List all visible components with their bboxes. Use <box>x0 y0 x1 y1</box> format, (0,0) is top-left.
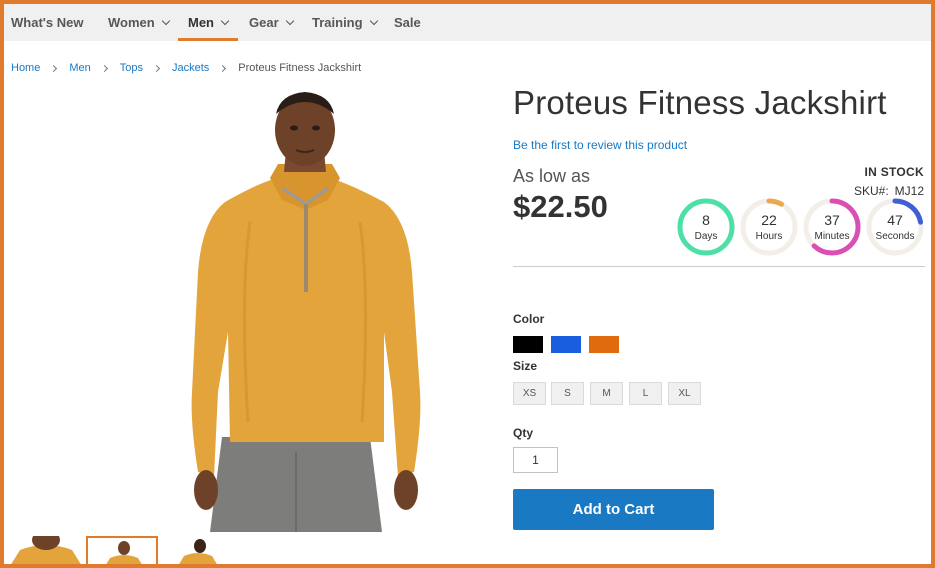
breadcrumb: Home Men Tops Jackets Proteus Fitness Ja… <box>11 61 361 75</box>
nav-sale[interactable]: Sale <box>394 4 421 41</box>
color-swatch-black[interactable] <box>513 336 543 353</box>
stock-status: IN STOCK <box>864 165 924 179</box>
nav-label: Gear <box>249 15 279 30</box>
add-to-cart-button[interactable]: Add to Cart <box>513 489 714 530</box>
countdown-value: 47 <box>887 212 903 228</box>
nav-label: Sale <box>394 15 421 30</box>
countdown-unit: Seconds <box>875 231 915 242</box>
nav-label: Training <box>312 15 363 30</box>
product-main-image[interactable] <box>170 92 440 532</box>
nav-label: Men <box>188 15 214 30</box>
breadcrumb-jackets[interactable]: Jackets <box>172 62 209 74</box>
top-navigation: What's New Women Men Gear Training Sale <box>4 4 931 41</box>
qty-input[interactable]: 1 <box>513 447 558 473</box>
chevron-down-icon <box>285 16 294 25</box>
nav-label: Women <box>108 15 155 30</box>
size-option-s[interactable]: S <box>551 382 584 405</box>
chevron-right-icon <box>100 64 108 72</box>
nav-whats-new[interactable]: What's New <box>11 4 83 41</box>
add-to-cart-label: Add to Cart <box>572 501 655 518</box>
thumbnail-2[interactable] <box>86 536 158 566</box>
breadcrumb-home[interactable]: Home <box>11 62 40 74</box>
countdown-seconds: 47 Seconds <box>865 197 925 257</box>
countdown-value: 8 <box>702 212 710 228</box>
breadcrumb-current: Proteus Fitness Jackshirt <box>238 62 362 74</box>
size-option-xl[interactable]: XL <box>668 382 701 405</box>
countdown-unit: Days <box>694 231 718 242</box>
color-swatch-orange[interactable] <box>589 336 619 353</box>
thumbnail-1[interactable] <box>10 536 82 566</box>
product-title: Proteus Fitness Jackshirt <box>513 84 887 121</box>
nav-label: What's New <box>11 15 84 30</box>
breadcrumb-tops[interactable]: Tops <box>120 62 143 74</box>
nav-gear[interactable]: Gear <box>249 4 294 41</box>
size-option-m[interactable]: M <box>590 382 623 405</box>
color-label: Color <box>513 312 545 326</box>
chevron-right-icon <box>219 64 227 72</box>
countdown-value: 22 <box>761 212 777 228</box>
size-option-l[interactable]: L <box>629 382 662 405</box>
sku-label: SKU#: <box>853 184 889 198</box>
countdown-unit: Minutes <box>814 231 850 242</box>
countdown-value: 37 <box>824 212 840 228</box>
breadcrumb-men[interactable]: Men <box>69 62 90 74</box>
size-label: Size <box>513 359 538 373</box>
price-label: As low as <box>513 166 591 186</box>
size-option-xs[interactable]: XS <box>513 382 546 405</box>
color-swatch-blue[interactable] <box>551 336 581 353</box>
product-price: $22.50 <box>513 189 608 224</box>
nav-women[interactable]: Women <box>108 4 170 41</box>
thumbnail-strip <box>10 536 238 566</box>
divider <box>513 266 925 267</box>
sku-value: MJ12 <box>894 184 924 198</box>
chevron-down-icon <box>220 16 230 25</box>
chevron-right-icon <box>152 64 161 72</box>
model-illustration <box>191 92 421 532</box>
thumbnail-image <box>88 538 156 566</box>
chevron-down-icon <box>369 16 378 25</box>
sku: SKU#: MJ12 <box>854 184 924 198</box>
countdown-hours: 22 Hours <box>739 197 799 257</box>
countdown-minutes: 37 Minutes <box>802 197 862 257</box>
thumbnail-3[interactable] <box>162 536 234 566</box>
qty-label: Qty <box>513 426 534 440</box>
nav-men[interactable]: Men <box>178 4 238 41</box>
countdown-days: 8 Days <box>676 197 736 257</box>
chevron-down-icon <box>161 16 170 25</box>
countdown-unit: Hours <box>755 231 783 242</box>
thumbnail-image <box>162 536 234 566</box>
thumbnail-image <box>10 536 82 566</box>
nav-training[interactable]: Training <box>312 4 378 41</box>
chevron-right-icon <box>50 64 58 72</box>
review-link[interactable]: Be the first to review this product <box>513 138 687 152</box>
